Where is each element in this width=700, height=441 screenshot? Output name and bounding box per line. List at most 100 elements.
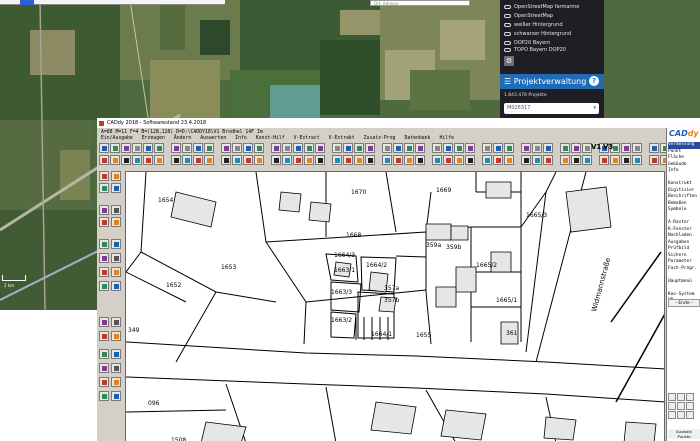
side-menu-item[interactable]: Info bbox=[668, 168, 700, 175]
toolbar-button[interactable] bbox=[543, 143, 553, 153]
toolbar-button[interactable] bbox=[493, 155, 503, 165]
toolbar-button[interactable] bbox=[132, 155, 142, 165]
toolbar-button[interactable] bbox=[493, 143, 503, 153]
menu-item[interactable]: Ein/Ausgabe bbox=[101, 135, 133, 143]
toolbar-button[interactable] bbox=[382, 155, 392, 165]
help-icon[interactable]: ? bbox=[589, 76, 599, 86]
toolbar-button[interactable] bbox=[404, 155, 414, 165]
toggle-icon[interactable] bbox=[504, 14, 511, 18]
toolbar-button[interactable] bbox=[143, 143, 153, 153]
toolbar-button[interactable] bbox=[415, 155, 425, 165]
toolbar-button[interactable] bbox=[454, 143, 464, 153]
toolbar-button[interactable] bbox=[99, 143, 109, 153]
toolbar-button[interactable] bbox=[571, 143, 581, 153]
toolbar-button[interactable] bbox=[232, 143, 242, 153]
side-menu-item[interactable]: Hauptmenü bbox=[668, 279, 700, 286]
toolbar-button[interactable] bbox=[343, 155, 353, 165]
toolbar-button[interactable] bbox=[443, 143, 453, 153]
redraw-icon[interactable] bbox=[686, 402, 694, 410]
toolbar-button[interactable] bbox=[193, 155, 203, 165]
toolbar-button[interactable] bbox=[649, 143, 659, 153]
toolbar-button[interactable] bbox=[521, 155, 531, 165]
toolbar-button[interactable] bbox=[454, 155, 464, 165]
toolbar-button[interactable] bbox=[254, 155, 264, 165]
toolbar-button[interactable] bbox=[504, 155, 514, 165]
toolbar-button[interactable] bbox=[571, 155, 581, 165]
toolbar-button[interactable] bbox=[543, 155, 553, 165]
toolbar-button[interactable] bbox=[532, 155, 542, 165]
toolbar-button[interactable] bbox=[243, 155, 253, 165]
left-tool-button[interactable] bbox=[99, 317, 109, 327]
toolbar-button[interactable] bbox=[354, 155, 364, 165]
toolbar-button[interactable] bbox=[293, 155, 303, 165]
left-tool-button[interactable] bbox=[111, 377, 121, 387]
toolbar-button[interactable] bbox=[482, 155, 492, 165]
gear-icon[interactable]: ⚙ bbox=[504, 56, 514, 66]
left-tool-button[interactable] bbox=[99, 331, 109, 341]
window-icon[interactable] bbox=[677, 402, 685, 410]
side-menu-item[interactable]: Symbole bbox=[668, 207, 700, 214]
toolbar-button[interactable] bbox=[293, 143, 303, 153]
zoom-out-icon[interactable] bbox=[686, 393, 694, 401]
toolbar-button[interactable] bbox=[182, 155, 192, 165]
points-button[interactable]: Punkte bbox=[668, 434, 700, 439]
grid-icon[interactable] bbox=[668, 411, 676, 419]
toolbar-button[interactable] bbox=[282, 155, 292, 165]
layer-item-0[interactable]: OpenStreetMap farmarme bbox=[504, 3, 579, 11]
toolbar-button[interactable] bbox=[332, 155, 342, 165]
left-tool-button[interactable] bbox=[99, 171, 109, 181]
toolbar-button[interactable] bbox=[621, 143, 631, 153]
menu-item[interactable]: Erzeugen bbox=[142, 135, 165, 143]
toolbar-button[interactable] bbox=[332, 143, 342, 153]
toolbar-button[interactable] bbox=[560, 143, 570, 153]
menu-item[interactable]: V-Extract bbox=[294, 135, 320, 143]
toolbar-button[interactable] bbox=[582, 155, 592, 165]
toolbar-button[interactable] bbox=[243, 143, 253, 153]
layer-icon[interactable] bbox=[677, 411, 685, 419]
zoom-icon[interactable] bbox=[668, 393, 676, 401]
project-select[interactable]: M026317 ▾ bbox=[504, 103, 599, 114]
left-tool-button[interactable] bbox=[111, 391, 121, 401]
layer-item-2[interactable]: weißer Hintergrund bbox=[504, 21, 563, 29]
toggle-icon[interactable] bbox=[504, 23, 511, 27]
menu-item[interactable]: Hilfe bbox=[439, 135, 453, 143]
drawing-canvas[interactable]: 1670 1669 1654 1653 1652 1668 1665/3 166… bbox=[125, 171, 665, 441]
toolbar-button[interactable] bbox=[521, 143, 531, 153]
toolbar-button[interactable] bbox=[254, 143, 264, 153]
toolbar-button[interactable] bbox=[649, 155, 659, 165]
left-tool-button[interactable] bbox=[99, 217, 109, 227]
left-tool-button[interactable] bbox=[111, 239, 121, 249]
left-tool-button[interactable] bbox=[99, 391, 109, 401]
toolbar-button[interactable] bbox=[404, 143, 414, 153]
left-tool-button[interactable] bbox=[99, 377, 109, 387]
toolbar-button[interactable] bbox=[132, 143, 142, 153]
toolbar-button[interactable] bbox=[304, 155, 314, 165]
menu-item[interactable]: Ändern bbox=[174, 135, 191, 143]
toolbar-button[interactable] bbox=[393, 143, 403, 153]
toolbar-button[interactable] bbox=[482, 143, 492, 153]
toolbar-button[interactable] bbox=[382, 143, 392, 153]
toolbar-button[interactable] bbox=[204, 155, 214, 165]
toolbar-button[interactable] bbox=[621, 155, 631, 165]
layer-panel[interactable]: OpenStreetMap farmarme OpenStreetMap wei… bbox=[500, 0, 604, 120]
toolbar-button[interactable] bbox=[193, 143, 203, 153]
toolbar-button[interactable] bbox=[315, 143, 325, 153]
toggle-icon[interactable] bbox=[504, 41, 511, 45]
toolbar-button[interactable] bbox=[560, 155, 570, 165]
toolbar-button[interactable] bbox=[110, 143, 120, 153]
toolbar-button[interactable] bbox=[182, 143, 192, 153]
toolbar-button[interactable] bbox=[632, 155, 642, 165]
toolbar-button[interactable] bbox=[443, 155, 453, 165]
toolbar-button[interactable] bbox=[271, 143, 281, 153]
map-search-input[interactable]: Ort, Adresse bbox=[370, 0, 470, 6]
toggle-icon[interactable] bbox=[504, 32, 511, 36]
cadastral-map[interactable]: 1670 1669 1654 1653 1652 1668 1665/3 166… bbox=[126, 172, 665, 441]
left-tool-button[interactable] bbox=[111, 171, 121, 181]
left-tool-button[interactable] bbox=[111, 281, 121, 291]
toolbar-button[interactable] bbox=[632, 143, 642, 153]
toolbar-button[interactable] bbox=[343, 143, 353, 153]
menu-item[interactable]: Konst-Hilf bbox=[256, 135, 285, 143]
toolbar-button[interactable] bbox=[143, 155, 153, 165]
toolbar-button[interactable] bbox=[232, 155, 242, 165]
map-top-toolbar[interactable] bbox=[0, 0, 225, 5]
